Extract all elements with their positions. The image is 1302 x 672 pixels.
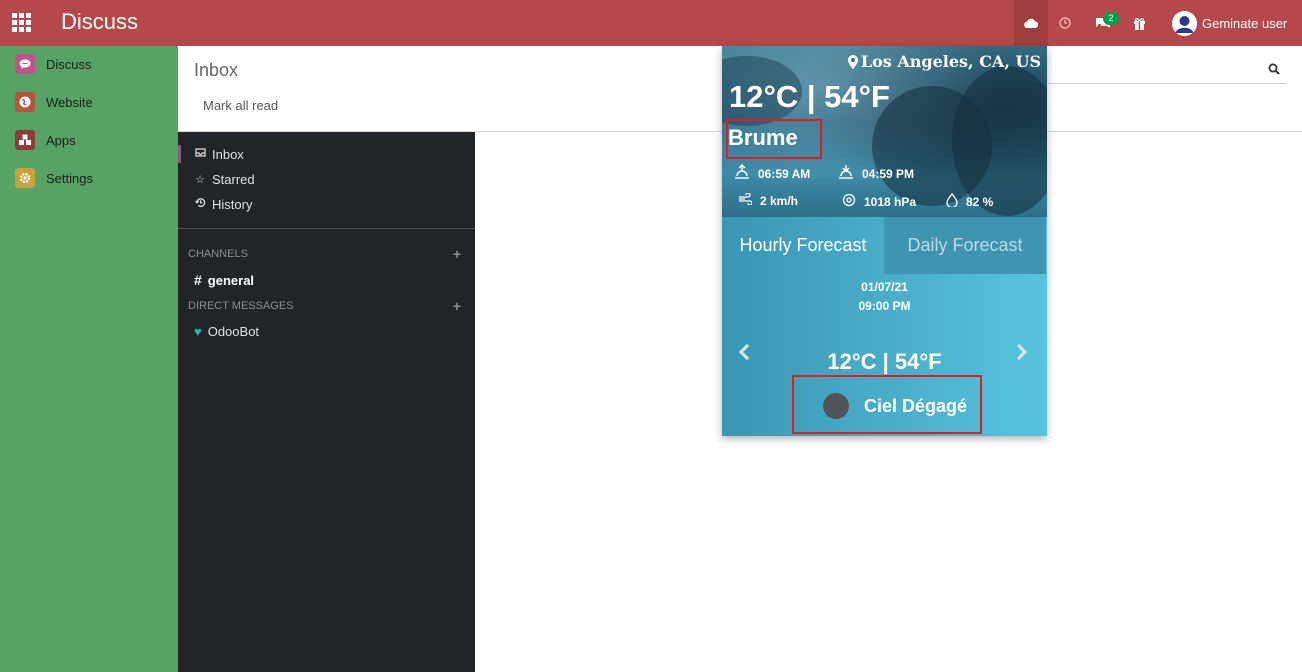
apps-cubes-icon: [15, 130, 35, 150]
highlight-box: [726, 119, 822, 159]
humidity-drop-icon: [946, 192, 958, 210]
app-sidebar: Discuss Website Apps Settings: [0, 46, 178, 672]
location-label: Los Angeles, CA, US: [860, 52, 1041, 71]
activity-clock-icon[interactable]: [1054, 0, 1076, 46]
top-navbar: Discuss 2 Geminate user: [0, 0, 1302, 46]
tab-hourly-forecast[interactable]: Hourly Forecast: [722, 217, 884, 274]
weather-current-panel: Los Angeles, CA, US 12°C | 54°F Brume 06…: [722, 46, 1047, 217]
chat-count-badge: 2: [1103, 12, 1119, 25]
weather-cloud-icon[interactable]: [1014, 0, 1048, 46]
apps-menu-icon[interactable]: [12, 13, 32, 33]
mailbox-inbox[interactable]: Inbox: [194, 145, 244, 163]
channels-header: CHANNELS: [188, 248, 248, 260]
settings-gear-icon: [15, 168, 35, 188]
direct-messages-header: DIRECT MESSAGES: [188, 300, 294, 312]
discuss-sidebar: Inbox ☆ Starred History CHANNELS + # gene…: [178, 132, 475, 672]
map-marker-icon: [847, 54, 858, 69]
search-icon[interactable]: [1268, 62, 1280, 80]
gift-icon[interactable]: [1128, 0, 1150, 46]
pressure-value: 1018 hPa: [864, 194, 917, 209]
mailbox-label: Inbox: [212, 146, 244, 162]
channel-general[interactable]: # general: [194, 272, 254, 288]
tab-daily-forecast[interactable]: Daily Forecast: [884, 217, 1046, 274]
sidebar-app-label: Settings: [46, 170, 93, 186]
humidity-value: 82 %: [966, 194, 994, 209]
forecast-condition-label: Ciel Dégagé: [864, 395, 968, 416]
user-name: Geminate user: [1202, 15, 1288, 31]
messaging-icon[interactable]: 2: [1086, 0, 1120, 46]
sidebar-app-website[interactable]: Website: [15, 92, 93, 112]
sidebar-divider: [178, 228, 475, 229]
mailbox-starred[interactable]: ☆ Starred: [194, 170, 255, 188]
sunrise-time: 06:59 AM: [758, 166, 811, 181]
pressure-gauge-icon: [842, 193, 856, 210]
add-channel-button[interactable]: +: [453, 246, 461, 262]
sidebar-app-label: Website: [46, 94, 93, 110]
search-input[interactable]: [1048, 83, 1286, 84]
wind-icon: [738, 192, 753, 208]
inbox-icon: [194, 148, 206, 160]
sidebar-app-label: Apps: [46, 132, 76, 148]
website-globe-icon: [15, 92, 35, 112]
weather-condition-icon: [823, 393, 849, 419]
add-direct-message-button[interactable]: +: [453, 298, 461, 314]
sunset-time: 04:59 PM: [862, 166, 915, 181]
user-menu[interactable]: Geminate user: [1172, 0, 1302, 46]
forecast-temperature: 12°C | 54°F: [827, 349, 942, 374]
heart-icon: ♥: [194, 324, 202, 339]
active-mailbox-indicator: [178, 145, 181, 163]
mark-all-read-button[interactable]: Mark all read: [203, 98, 278, 113]
page-title: Inbox: [194, 60, 239, 80]
user-avatar-icon: [1172, 10, 1197, 36]
mailbox-label: Starred: [212, 171, 255, 187]
sunset-icon: [838, 164, 854, 183]
sidebar-app-label: Discuss: [46, 56, 92, 72]
wind-speed: 2 km/h: [760, 193, 799, 208]
sunrise-icon: [734, 164, 750, 183]
mailbox-label: History: [212, 196, 253, 212]
weather-forecast-panel: Hourly Forecast Daily Forecast 01/07/21 …: [722, 217, 1047, 436]
star-icon: ☆: [195, 173, 205, 186]
weather-location: Los Angeles, CA, US: [847, 52, 1041, 71]
humidity-info: 82 %: [946, 192, 994, 210]
sunset-info: 04:59 PM: [838, 164, 914, 183]
dm-odoobot[interactable]: ♥ OdooBot: [194, 324, 259, 339]
forecast-date: 01/07/21: [861, 280, 908, 294]
history-icon: [194, 197, 206, 211]
app-title: Discuss: [61, 9, 139, 34]
wind-info: 2 km/h: [738, 192, 799, 208]
sidebar-app-apps[interactable]: Apps: [15, 130, 76, 150]
forecast-condition: Ciel Dégagé: [823, 393, 967, 419]
sidebar-app-discuss[interactable]: Discuss: [15, 54, 92, 74]
sidebar-app-settings[interactable]: Settings: [15, 168, 93, 188]
mailbox-history[interactable]: History: [194, 195, 252, 213]
hash-icon: #: [194, 272, 202, 288]
weather-popup: Los Angeles, CA, US 12°C | 54°F Brume 06…: [722, 46, 1047, 436]
pressure-info: 1018 hPa: [842, 193, 916, 210]
channel-label: general: [207, 273, 255, 288]
forecast-time: 09:00 PM: [858, 299, 911, 313]
dm-label: OdooBot: [207, 324, 260, 339]
sunrise-info: 06:59 AM: [734, 164, 810, 183]
discuss-app-icon: [15, 54, 35, 74]
current-temperature: 12°C | 54°F: [729, 79, 890, 114]
